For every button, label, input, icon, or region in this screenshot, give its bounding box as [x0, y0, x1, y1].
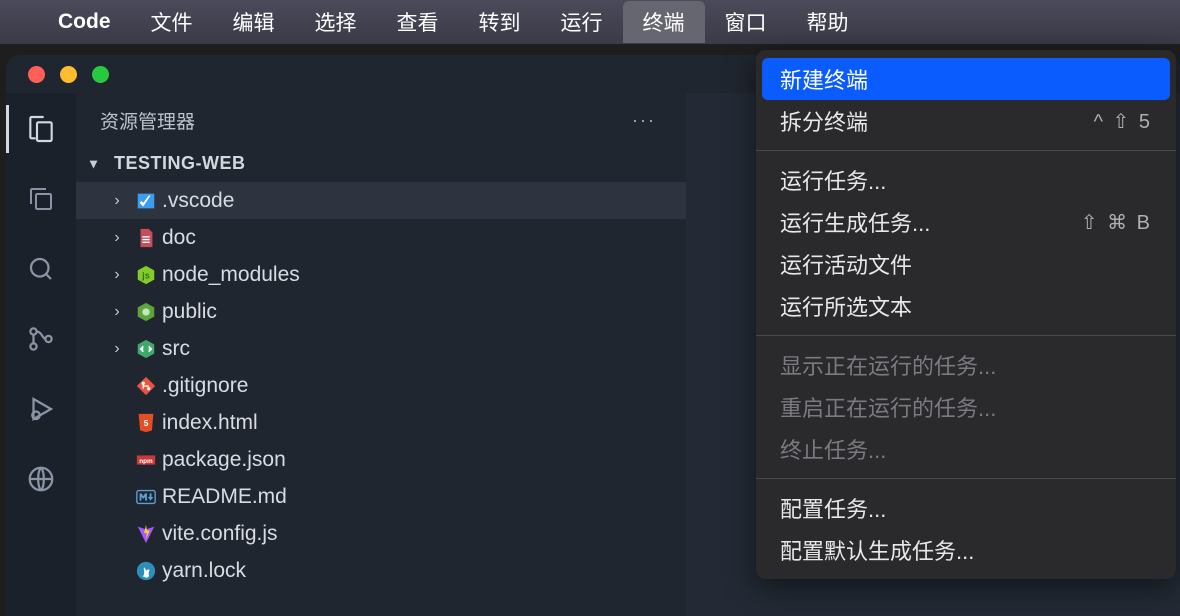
menu-item: 显示正在运行的任务... [756, 344, 1176, 386]
menu-item[interactable]: 配置默认生成任务... [756, 529, 1176, 571]
menu-selection[interactable]: 选择 [295, 1, 377, 43]
tree-item-index-html[interactable]: 5 index.html [76, 404, 686, 441]
copy-icon[interactable] [23, 181, 59, 217]
svg-text:npm: npm [139, 457, 153, 464]
menu-item[interactable]: 新建终端 [762, 58, 1170, 100]
menu-window[interactable]: 窗口 [705, 1, 787, 43]
menu-item: 终止任务... [756, 428, 1176, 470]
menu-item-shortcut: ⇧ ⌘ B [1081, 210, 1152, 235]
project-name: TESTING-WEB [114, 153, 246, 174]
minimize-button[interactable] [60, 66, 77, 83]
chevron-right-icon: › [104, 229, 130, 247]
menu-item-label: 运行生成任务... [780, 206, 930, 238]
menu-item[interactable]: 拆分终端 ^ ⇧ 5 [756, 100, 1176, 142]
tree-item-label: index.html [162, 411, 258, 435]
menu-separator [756, 150, 1176, 151]
menu-item-label: 配置默认生成任务... [780, 534, 974, 566]
menu-edit[interactable]: 编辑 [213, 1, 295, 43]
html-icon: 5 [130, 412, 162, 434]
maximize-button[interactable] [92, 66, 109, 83]
tree-item--vscode[interactable]: › .vscode [76, 182, 686, 219]
menu-item[interactable]: 运行活动文件 [756, 243, 1176, 285]
tree-item-label: .vscode [162, 189, 234, 213]
yarn-icon [130, 560, 162, 582]
file-tree: › .vscode › doc › js node_modules › public › src .g… [76, 180, 686, 589]
menu-file[interactable]: 文件 [131, 1, 213, 43]
search-icon[interactable] [23, 251, 59, 287]
remote-icon[interactable] [23, 461, 59, 497]
svg-text:5: 5 [144, 418, 149, 427]
node-icon: js [130, 264, 162, 286]
tree-item-label: .gitignore [162, 374, 248, 398]
tree-item-public[interactable]: › public [76, 293, 686, 330]
tree-item-label: yarn.lock [162, 559, 246, 583]
menu-run[interactable]: 运行 [541, 1, 623, 43]
menu-terminal[interactable]: 终端 [623, 1, 705, 43]
tree-item-yarn-lock[interactable]: yarn.lock [76, 552, 686, 589]
activity-bar [6, 93, 76, 616]
vscode-icon [130, 190, 162, 212]
src-icon [130, 338, 162, 360]
tree-item-doc[interactable]: › doc [76, 219, 686, 256]
tree-item-vite-config-js[interactable]: vite.config.js [76, 515, 686, 552]
menu-separator [756, 335, 1176, 336]
more-icon[interactable]: ··· [632, 110, 662, 131]
explorer-header: 资源管理器 ··· [76, 93, 686, 147]
chevron-right-icon: › [104, 303, 130, 321]
svg-text:js: js [141, 270, 150, 280]
menu-item-label: 新建终端 [780, 63, 868, 95]
tree-item-package-json[interactable]: npm package.json [76, 441, 686, 478]
menu-item-label: 运行活动文件 [780, 248, 912, 280]
tree-item-label: README.md [162, 485, 287, 509]
tree-item-label: node_modules [162, 263, 300, 287]
md-icon [130, 486, 162, 508]
chevron-right-icon: › [104, 340, 130, 358]
macos-menubar: Code 文件 编辑 选择 查看 转到 运行 终端 窗口 帮助 [0, 0, 1180, 44]
tree-item--gitignore[interactable]: .gitignore [76, 367, 686, 404]
vite-icon [130, 523, 162, 545]
source-control-icon[interactable] [23, 321, 59, 357]
menu-item-label: 重启正在运行的任务... [780, 391, 996, 423]
tree-item-label: public [162, 300, 217, 324]
doc-icon [130, 227, 162, 249]
tree-item-README-md[interactable]: README.md [76, 478, 686, 515]
menu-item: 重启正在运行的任务... [756, 386, 1176, 428]
menu-item-shortcut: ^ ⇧ 5 [1094, 109, 1152, 134]
menu-help[interactable]: 帮助 [787, 1, 869, 43]
menu-item[interactable]: 运行任务... [756, 159, 1176, 201]
menu-item[interactable]: 配置任务... [756, 487, 1176, 529]
npm-icon: npm [130, 449, 162, 471]
menu-item-label: 运行任务... [780, 164, 886, 196]
public-icon [130, 301, 162, 323]
tree-item-label: package.json [162, 448, 286, 472]
explorer-panel: 资源管理器 ··· ▾ TESTING-WEB › .vscode › doc › js n… [76, 93, 686, 616]
terminal-dropdown: 新建终端拆分终端 ^ ⇧ 5 运行任务... 运行生成任务... ⇧ ⌘ B 运行活动文件… [756, 50, 1176, 579]
tree-item-label: vite.config.js [162, 522, 278, 546]
tree-item-node-modules[interactable]: › js node_modules [76, 256, 686, 293]
menu-item[interactable]: 运行所选文本 [756, 285, 1176, 327]
close-button[interactable] [28, 66, 45, 83]
menu-item[interactable]: 运行生成任务... ⇧ ⌘ B [756, 201, 1176, 243]
chevron-down-icon: ▾ [90, 155, 108, 172]
run-debug-icon[interactable] [23, 391, 59, 427]
git-icon [130, 375, 162, 397]
menu-separator [756, 478, 1176, 479]
menu-item-label: 配置任务... [780, 492, 886, 524]
project-section-header[interactable]: ▾ TESTING-WEB [76, 147, 686, 180]
tree-item-label: src [162, 337, 190, 361]
menu-view[interactable]: 查看 [377, 1, 459, 43]
menu-item-label: 拆分终端 [780, 105, 868, 137]
explorer-icon[interactable] [23, 111, 59, 147]
menu-item-label: 显示正在运行的任务... [780, 349, 996, 381]
menu-app[interactable]: Code [38, 4, 131, 40]
menu-item-label: 终止任务... [780, 433, 886, 465]
explorer-title: 资源管理器 [100, 107, 195, 134]
tree-item-src[interactable]: › src [76, 330, 686, 367]
tree-item-label: doc [162, 226, 196, 250]
chevron-right-icon: › [104, 192, 130, 210]
chevron-right-icon: › [104, 266, 130, 284]
menu-go[interactable]: 转到 [459, 1, 541, 43]
menu-item-label: 运行所选文本 [780, 290, 912, 322]
